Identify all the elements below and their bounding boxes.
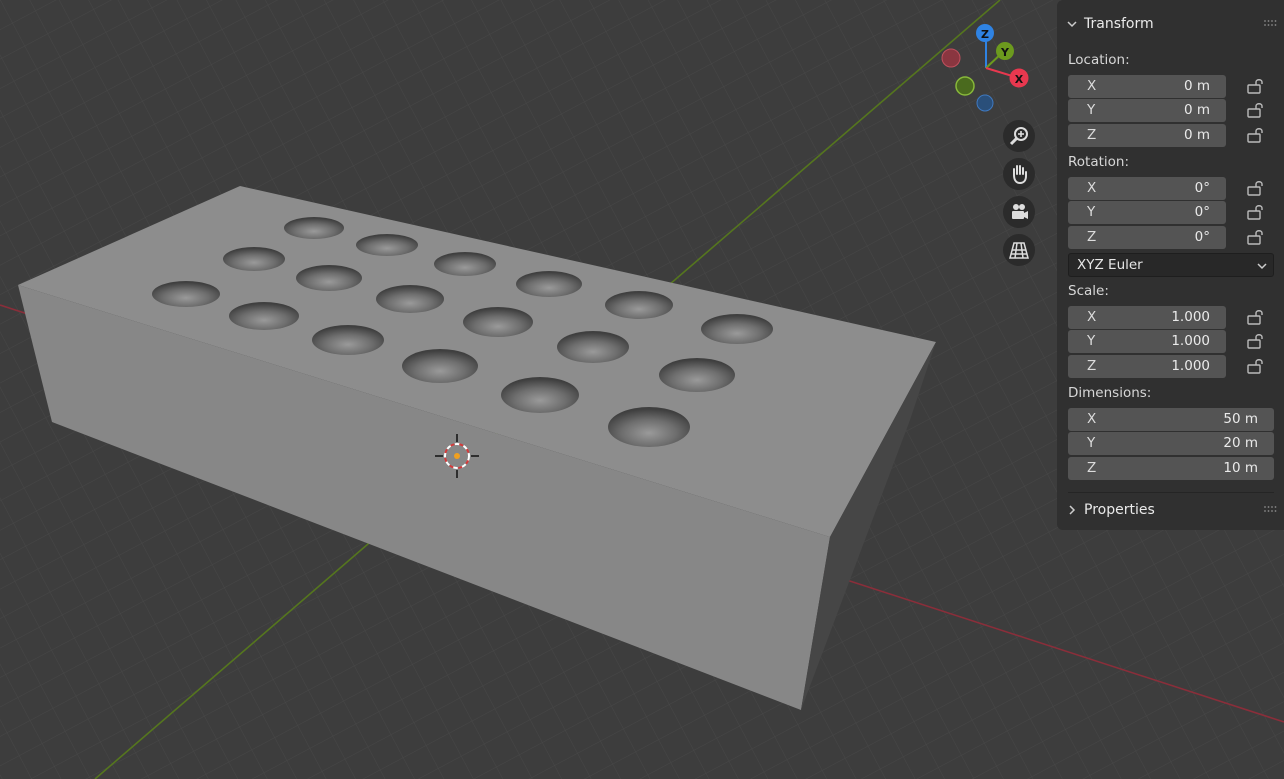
- scale-label: Scale:: [1068, 283, 1109, 299]
- dimensions-y-field[interactable]: Y 20 m: [1068, 432, 1274, 455]
- field-value: 0°: [1194, 180, 1210, 196]
- gizmo-x-label: X: [1015, 73, 1024, 86]
- transform-header[interactable]: Transform: [1057, 12, 1284, 38]
- field-value: 0°: [1194, 229, 1210, 245]
- field-value: 0 m: [1183, 127, 1210, 143]
- lock-icon[interactable]: [1246, 179, 1266, 197]
- field-axis: X: [1087, 78, 1097, 94]
- lock-icon[interactable]: [1246, 228, 1266, 246]
- gizmo-neg-x[interactable]: [941, 48, 961, 68]
- lock-icon[interactable]: [1246, 332, 1266, 350]
- field-axis: Y: [1087, 204, 1096, 220]
- hand-pan-icon: [1013, 165, 1027, 185]
- lock-icon[interactable]: [1246, 77, 1266, 95]
- lock-icon[interactable]: [1246, 308, 1266, 326]
- rotation-x-field[interactable]: X 0°: [1068, 177, 1226, 200]
- lock-icon[interactable]: [1246, 357, 1266, 375]
- drag-handle-icon[interactable]: [1264, 506, 1278, 512]
- lock-icon[interactable]: [1246, 126, 1266, 144]
- rotation-mode-value: XYZ Euler: [1077, 257, 1143, 273]
- grid-perspective-icon: [1009, 242, 1029, 259]
- field-value: 1.000: [1171, 358, 1210, 374]
- properties-header[interactable]: Properties: [1057, 498, 1284, 524]
- chevron-right-icon: [1069, 505, 1076, 515]
- location-label: Location:: [1068, 52, 1130, 68]
- field-value: 0°: [1194, 204, 1210, 220]
- location-z-field[interactable]: Z 0 m: [1068, 124, 1226, 147]
- chevron-down-icon: [1067, 21, 1077, 28]
- zoom-button[interactable]: [1003, 120, 1035, 152]
- field-value: 1.000: [1171, 333, 1210, 349]
- field-value: 1.000: [1171, 309, 1210, 325]
- rotation-y-field[interactable]: Y 0°: [1068, 201, 1226, 224]
- transform-title: Transform: [1084, 16, 1154, 32]
- rotation-mode-dropdown[interactable]: XYZ Euler: [1068, 253, 1274, 277]
- field-value: 0 m: [1183, 102, 1210, 118]
- field-axis: Z: [1087, 358, 1097, 374]
- field-axis: Z: [1087, 127, 1097, 143]
- scale-z-field[interactable]: Z 1.000: [1068, 355, 1226, 378]
- rotation-label: Rotation:: [1068, 154, 1130, 170]
- scale-y-field[interactable]: Y 1.000: [1068, 330, 1226, 353]
- field-axis: Z: [1087, 460, 1097, 476]
- location-x-field[interactable]: X 0 m: [1068, 75, 1226, 98]
- panel-divider: [1068, 492, 1274, 493]
- field-axis: Y: [1087, 435, 1096, 451]
- chevron-down-icon: [1257, 263, 1267, 270]
- field-value: 20 m: [1223, 435, 1258, 451]
- scale-x-field[interactable]: X 1.000: [1068, 306, 1226, 329]
- field-value: 50 m: [1223, 411, 1258, 427]
- dimensions-x-field[interactable]: X 50 m: [1068, 408, 1274, 431]
- location-y-field[interactable]: Y 0 m: [1068, 99, 1226, 122]
- gizmo-y-label: Y: [1000, 46, 1010, 59]
- field-value: 10 m: [1223, 460, 1258, 476]
- field-axis: Y: [1087, 102, 1096, 118]
- gizmo-z-label: Z: [981, 28, 989, 41]
- lock-icon[interactable]: [1246, 203, 1266, 221]
- properties-title: Properties: [1084, 502, 1155, 518]
- pan-button[interactable]: [1003, 158, 1035, 190]
- field-value: 0 m: [1183, 78, 1210, 94]
- field-axis: X: [1087, 411, 1097, 427]
- field-axis: Z: [1087, 229, 1097, 245]
- gizmo-neg-z[interactable]: [976, 94, 994, 112]
- field-axis: X: [1087, 309, 1097, 325]
- dimensions-label: Dimensions:: [1068, 385, 1152, 401]
- field-axis: Y: [1087, 333, 1096, 349]
- camera-icon: [1012, 204, 1028, 219]
- camera-view-button[interactable]: [1003, 196, 1035, 228]
- gizmo-neg-y[interactable]: [955, 76, 975, 96]
- zoom-icon: [1009, 127, 1028, 146]
- perspective-toggle-button[interactable]: [1003, 234, 1035, 266]
- field-axis: X: [1087, 180, 1097, 196]
- dimensions-z-field[interactable]: Z 10 m: [1068, 457, 1274, 480]
- lock-icon[interactable]: [1246, 101, 1266, 119]
- drag-handle-icon[interactable]: [1264, 20, 1278, 26]
- rotation-z-field[interactable]: Z 0°: [1068, 226, 1226, 249]
